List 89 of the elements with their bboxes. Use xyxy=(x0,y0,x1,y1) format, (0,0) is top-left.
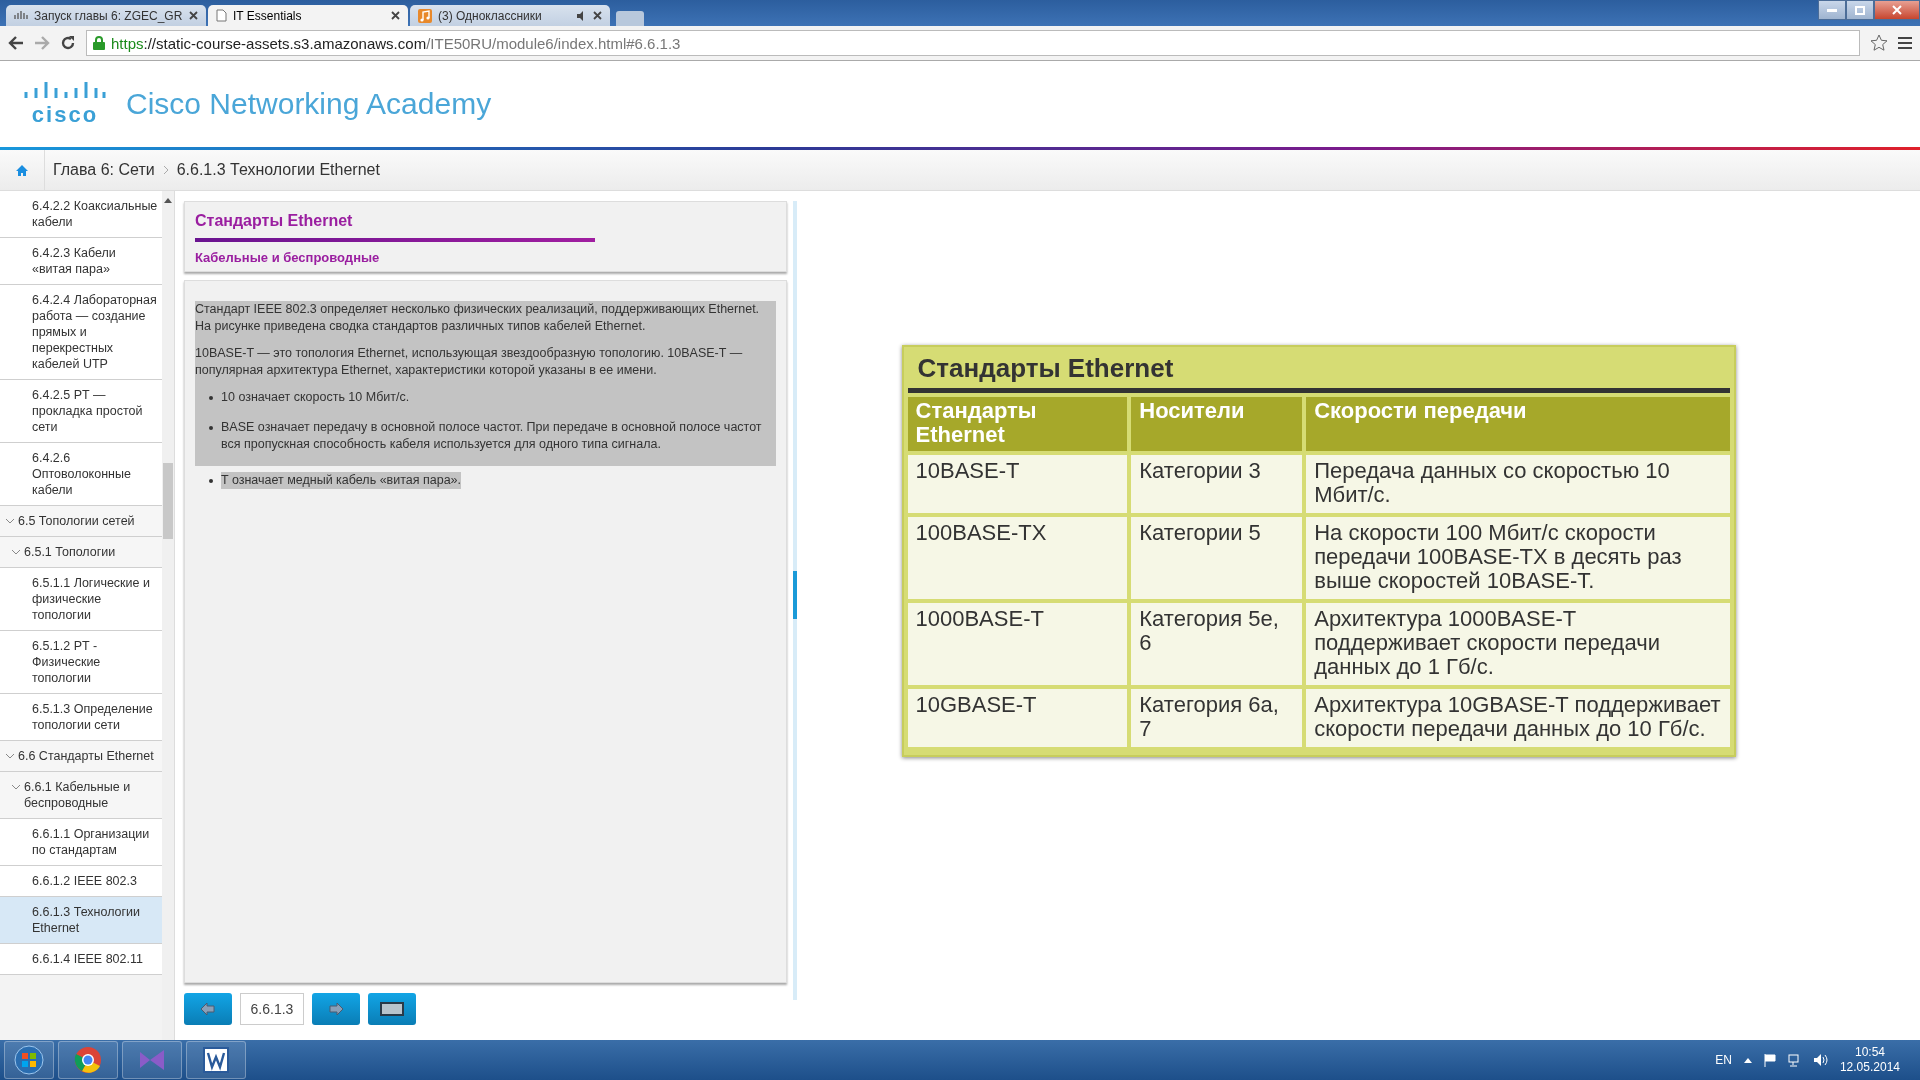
bowtie-icon xyxy=(138,1048,166,1072)
sidebar-item[interactable]: 6.4.2.6 Оптоволоконные кабели xyxy=(0,443,162,506)
sidebar-item[interactable]: 6.6.1.2 IEEE 802.3 xyxy=(0,866,162,897)
section-subtitle: Кабельные и беспроводные xyxy=(195,250,381,265)
bars-icon xyxy=(14,10,28,21)
network-icon[interactable] xyxy=(1787,1053,1802,1067)
table-cell: Передача данных со скоростью 10 Мбит/с. xyxy=(1306,455,1730,513)
sidebar-item[interactable]: 6.4.2.4 Лабораторная работа — создание прямых и перекрестных кабелей UTP xyxy=(0,285,162,380)
minimize-button[interactable] xyxy=(1818,0,1846,20)
table-cell: Архитектура 10GBASE-T поддерживает скорости передачи данных до 10 Гб/с. xyxy=(1306,689,1730,747)
table-cell: 10GBASE-T xyxy=(907,689,1128,747)
table-cell: 10BASE-T xyxy=(907,455,1128,513)
sidebar-item[interactable]: 6.4.2.5 PT — прокладка простой сети xyxy=(0,380,162,443)
star-icon[interactable] xyxy=(1870,34,1888,52)
browser-tab[interactable]: Запуск главы 6: ZGEC_GR xyxy=(6,5,206,26)
fullscreen-button[interactable] xyxy=(368,993,416,1025)
maximize-button[interactable] xyxy=(1846,0,1874,20)
splitter[interactable] xyxy=(793,201,797,1000)
table-cell: 100BASE-TX xyxy=(907,517,1128,599)
flag-icon[interactable] xyxy=(1763,1053,1776,1067)
paragraph: Стандарт IEEE 802.3 определяет несколько физических реализаций, поддерживающих Ethernet. На рисунке приведена сводка стандартов различных типов кабелей Ethernet. xyxy=(195,301,761,335)
sidebar-item[interactable]: 6.5.1.3 Определение топологии сети xyxy=(0,694,162,741)
table-cell: Архитектура 1000BASE-T поддерживает скорости передачи данных до 1 Гб/с. xyxy=(1306,603,1730,685)
close-icon xyxy=(1892,5,1902,15)
taskbar-button[interactable] xyxy=(58,1041,118,1079)
bullet-item: T означает медный кабель «витая пара». xyxy=(221,472,462,489)
column-header: Носители xyxy=(1131,397,1303,451)
table-cell: На скорости 100 Мбит/с скорости передачи 100BASE-TX в десять раз выше скоростей 10BASE-T. xyxy=(1306,517,1730,599)
rectangle-icon xyxy=(380,1002,404,1016)
address-bar[interactable]: https://static-course-assets.s3.amazonaws.com/ITE50RU/module6/index.html#6.6.1.3 xyxy=(86,30,1860,56)
sidebar-item[interactable]: 6.5.1.2 PT - Физические топологии xyxy=(0,631,162,694)
speaker-icon[interactable] xyxy=(1813,1054,1828,1066)
table-cell: Категория 5e, 6 xyxy=(1131,603,1303,685)
taskbar-button[interactable] xyxy=(186,1041,246,1079)
page-icon xyxy=(216,9,227,22)
table-cell: Категории 3 xyxy=(1131,455,1303,513)
lock-icon xyxy=(93,36,105,50)
caret-icon[interactable] xyxy=(1743,1057,1752,1063)
close-icon[interactable] xyxy=(189,11,198,20)
bullet-icon xyxy=(209,396,213,400)
home-icon xyxy=(16,164,28,176)
left-arrow-icon xyxy=(201,1003,215,1015)
table-cell: Категория 6а, 7 xyxy=(1131,689,1303,747)
brand-title: Cisco Networking Academy xyxy=(126,87,492,121)
table-cell: 1000BASE-T xyxy=(907,603,1128,685)
bullet-icon xyxy=(209,426,213,430)
start-button[interactable] xyxy=(4,1041,54,1079)
breadcrumb-item: 6.6.1.3 Технологии Ethernet xyxy=(175,161,381,179)
right-arrow-icon xyxy=(329,1003,343,1015)
page-number: 6.6.1.3 xyxy=(240,993,304,1025)
sidebar-item[interactable]: 6.6.1.4 IEEE 802.11 xyxy=(0,944,162,975)
browser-icon xyxy=(74,1046,102,1074)
bullet-item: 10 означает скорость 10 Мбит/с. xyxy=(221,389,410,406)
chevron-icon xyxy=(12,548,20,556)
browser-tab[interactable]: (3) Одноклассники xyxy=(410,5,610,26)
language-indicator[interactable]: EN xyxy=(1715,1053,1732,1067)
orb-icon xyxy=(14,1045,44,1075)
paragraph: 10BASE-T — это топология Ethernet, использующая звездообразную топологию. 10BASE-T — популярная архитектура Ethernet, характеристики которой указаны в ее имени. xyxy=(195,345,744,379)
reload-icon[interactable] xyxy=(60,35,76,51)
section-title: Стандарты Ethernet xyxy=(195,212,354,230)
sidebar-item[interactable]: 6.6.1.1 Организации по стандартам xyxy=(0,819,162,866)
chevron-icon xyxy=(162,165,169,175)
music-icon xyxy=(418,8,432,23)
sidebar-item[interactable]: 6.5.1.1 Логические и физические топологии xyxy=(0,568,162,631)
back-icon[interactable] xyxy=(8,36,24,50)
maximize-icon xyxy=(1855,5,1865,15)
browser-tab[interactable]: IT Essentials xyxy=(208,5,408,26)
bullet-item: BASE означает передачу в основной полосе частот. При передаче в основной полосе частот вся пропускная способность кабеля используется для одного типа сигнала. xyxy=(221,419,763,453)
sidebar-item[interactable]: 6.4.2.2 Коаксиальные кабели xyxy=(0,191,162,238)
minimize-icon xyxy=(1827,8,1837,12)
logo-text: cisco xyxy=(31,104,99,126)
menu-icon[interactable] xyxy=(1898,37,1912,49)
clock[interactable]: 10:54 12.05.2014 xyxy=(1839,1045,1900,1075)
sidebar-item[interactable]: 6.4.2.3 Кабели «витая пара» xyxy=(0,238,162,285)
sidebar-item[interactable]: 6.6.1.3 Технологии Ethernet xyxy=(0,897,162,944)
chevron-icon xyxy=(6,752,14,760)
bullet-icon xyxy=(209,479,213,483)
chevron-icon xyxy=(12,783,20,791)
close-button[interactable] xyxy=(1874,0,1920,20)
chevron-icon xyxy=(6,517,14,525)
scroll-thumb[interactable] xyxy=(163,463,173,539)
column-header: Стандарты Ethernet xyxy=(907,397,1128,451)
document-icon xyxy=(203,1047,229,1073)
breadcrumb-item[interactable]: Глава 6: Сети xyxy=(45,161,163,179)
close-icon[interactable] xyxy=(593,11,602,20)
close-icon[interactable] xyxy=(391,11,400,20)
table-cell: Категории 5 xyxy=(1131,517,1303,599)
scroll-up-icon[interactable] xyxy=(164,197,172,203)
column-header: Скорости передачи xyxy=(1306,397,1730,451)
